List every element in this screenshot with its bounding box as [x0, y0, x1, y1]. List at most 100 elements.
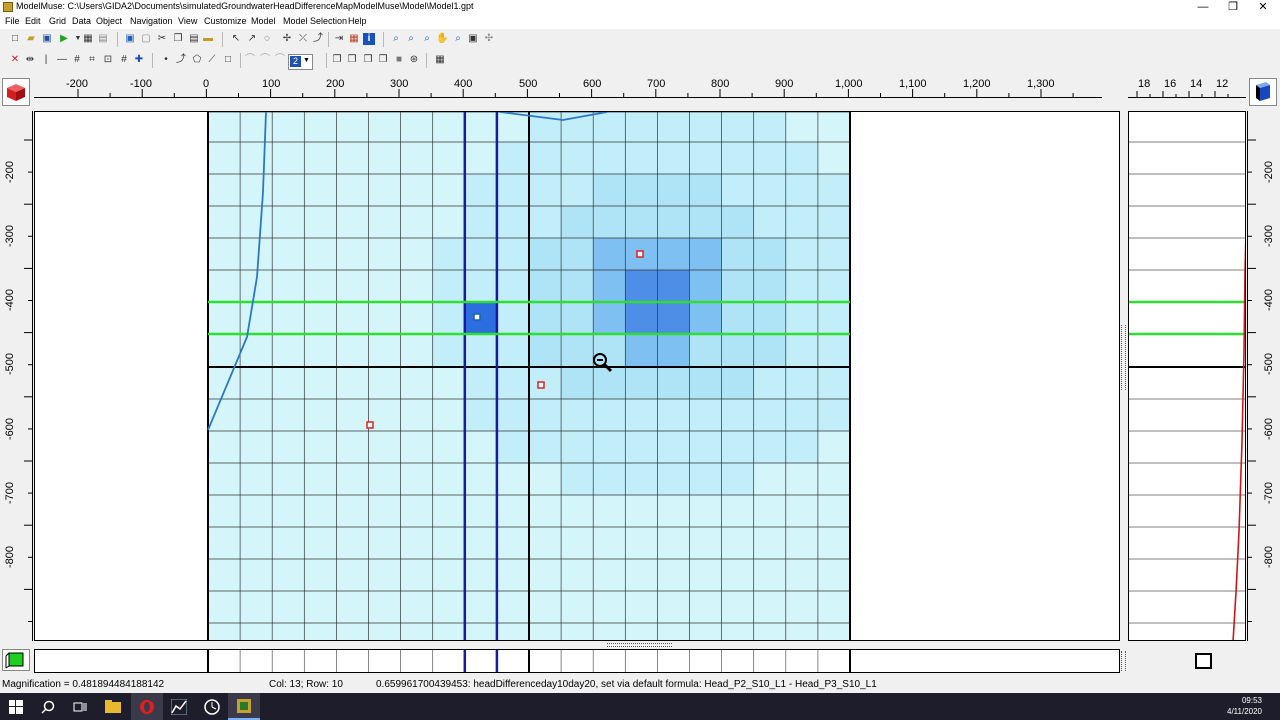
- add-point-icon[interactable]: ✚: [133, 54, 145, 66]
- side-view-canvas[interactable]: [1128, 111, 1246, 641]
- pan-icon[interactable]: ✋: [436, 33, 448, 45]
- grid-cell: [625, 334, 658, 368]
- close-button[interactable]: ✕: [1248, 0, 1278, 15]
- grid-cell: [336, 431, 369, 464]
- split-icon[interactable]: ⌒: [259, 54, 271, 66]
- measure-icon[interactable]: ▬: [202, 33, 214, 45]
- select-point-icon[interactable]: ↗: [246, 33, 258, 45]
- grid-cell: [304, 174, 337, 207]
- grid-table-icon[interactable]: ▦: [434, 54, 446, 66]
- rectangle-object-icon[interactable]: □: [222, 54, 234, 66]
- grid-cell: [785, 591, 819, 624]
- view-front-icon[interactable]: ❐: [331, 54, 343, 66]
- file-explorer-icon[interactable]: [97, 693, 129, 720]
- vertex-value-icon[interactable]: ⌒: [244, 54, 256, 66]
- delete-segment-icon[interactable]: ⤫: [297, 33, 309, 45]
- system-clock[interactable]: 09:53 4/11/2020: [1227, 695, 1262, 717]
- redo-icon[interactable]: ▢: [140, 33, 152, 45]
- opera-browser-icon[interactable]: [131, 693, 163, 720]
- blue-cube-icon[interactable]: [1249, 78, 1277, 106]
- clock-app-icon[interactable]: [196, 693, 228, 720]
- frame-icon[interactable]: [1195, 653, 1212, 669]
- export-icon[interactable]: ▦: [82, 33, 94, 45]
- line-object-icon[interactable]: ⤴: [175, 54, 187, 66]
- spin-dropdown-icon[interactable]: ▼: [303, 57, 310, 64]
- horizontal-splitter-handle[interactable]: [607, 643, 672, 647]
- save-icon[interactable]: ▣: [41, 33, 53, 45]
- menu-data[interactable]: Data: [72, 16, 91, 26]
- graph-app-icon[interactable]: [163, 693, 195, 720]
- windows-start-icon[interactable]: [0, 693, 32, 720]
- restore-view-icon[interactable]: ▣: [467, 33, 479, 45]
- grid-cell: [432, 495, 466, 528]
- menu-navigation[interactable]: Navigation: [130, 16, 173, 26]
- modelmuse-taskbar-icon[interactable]: [228, 693, 260, 720]
- grid-angle-icon[interactable]: ⊡: [102, 54, 114, 66]
- ruler-label: -700: [1263, 481, 1275, 504]
- vertical-splitter-handle[interactable]: [1121, 325, 1126, 390]
- insert-point-icon[interactable]: ⤴: [312, 33, 324, 45]
- visible-objects-icon[interactable]: ■: [393, 54, 405, 66]
- grid-spacing-icon[interactable]: ⌗: [86, 54, 98, 66]
- zoom-extents-icon[interactable]: ⌕: [452, 33, 464, 45]
- task-view-icon[interactable]: [64, 693, 96, 720]
- view-side-icon[interactable]: ❐: [346, 54, 358, 66]
- selected-objects-icon[interactable]: ⊛: [408, 54, 420, 66]
- minimize-button[interactable]: —: [1188, 0, 1218, 15]
- layer-spin-box[interactable]: 2 ▼: [288, 54, 313, 70]
- select-arrow-icon[interactable]: ↖: [230, 33, 242, 45]
- top-view-canvas[interactable]: [34, 111, 1120, 641]
- grid-cell: [721, 495, 755, 528]
- grid-cell: [304, 270, 337, 303]
- grid-cell: [753, 112, 787, 143]
- view-3d-icon[interactable]: ❐: [377, 54, 389, 66]
- menu-file[interactable]: File: [5, 16, 20, 26]
- move-grid-line-icon[interactable]: ⇹: [24, 54, 36, 66]
- maximize-button[interactable]: ❐: [1218, 0, 1248, 15]
- import-icon[interactable]: ▤: [97, 33, 109, 45]
- zoom-out-icon[interactable]: ⌕: [421, 33, 433, 45]
- subdivide-icon[interactable]: #: [71, 54, 83, 66]
- search-icon[interactable]: [32, 693, 64, 720]
- red-cube-icon[interactable]: [2, 78, 30, 106]
- front-splitter-handle[interactable]: [1121, 651, 1126, 671]
- grid-cell: [240, 112, 273, 143]
- observation-well-marker: [537, 381, 545, 389]
- menu-customize[interactable]: Customize: [204, 16, 247, 26]
- generate-grid-icon[interactable]: #: [118, 54, 130, 66]
- go-to-icon[interactable]: ⇥: [333, 33, 345, 45]
- view-top-icon[interactable]: ❐: [362, 54, 374, 66]
- grid-cell: [400, 174, 434, 207]
- rotate-icon[interactable]: ✣: [483, 33, 495, 45]
- run-model-icon[interactable]: ▶: [58, 33, 70, 45]
- menu-edit[interactable]: Edit: [25, 16, 41, 26]
- copy-icon[interactable]: ❐: [172, 33, 184, 45]
- add-vertical-line-icon[interactable]: |: [40, 54, 52, 66]
- delete-grid-icon[interactable]: ✕: [9, 54, 21, 66]
- cut-icon[interactable]: ✂: [156, 33, 168, 45]
- polygon-object-icon[interactable]: ⬠: [191, 54, 203, 66]
- straight-line-icon[interactable]: ⟋: [206, 54, 218, 66]
- new-file-icon[interactable]: □: [9, 33, 21, 45]
- info-icon[interactable]: i: [363, 33, 375, 45]
- menu-grid[interactable]: Grid: [49, 16, 66, 26]
- menu-help[interactable]: Help: [348, 16, 367, 26]
- grid-cell: [689, 206, 723, 239]
- zoom-in-icon[interactable]: ⌕: [405, 33, 417, 45]
- lasso-icon[interactable]: ◌: [261, 33, 273, 45]
- menu-view[interactable]: View: [178, 16, 197, 26]
- move-node-icon[interactable]: ✢: [281, 33, 293, 45]
- green-cube-icon[interactable]: [2, 649, 30, 671]
- paste-icon[interactable]: ▤: [188, 33, 200, 45]
- undo-icon[interactable]: ▣: [124, 33, 136, 45]
- menu-model-selection[interactable]: Model Selection: [283, 16, 347, 26]
- merge-icon[interactable]: ⌒: [274, 54, 286, 66]
- add-horizontal-line-icon[interactable]: —: [56, 54, 68, 66]
- point-object-icon[interactable]: •: [160, 54, 172, 66]
- zoom-icon[interactable]: ⌕: [390, 33, 402, 45]
- open-folder-icon[interactable]: ▰: [25, 33, 37, 45]
- color-grid-icon[interactable]: ▦: [348, 33, 360, 45]
- front-view-canvas[interactable]: [34, 649, 1120, 673]
- menu-model[interactable]: Model: [251, 16, 276, 26]
- menu-object[interactable]: Object: [96, 16, 122, 26]
